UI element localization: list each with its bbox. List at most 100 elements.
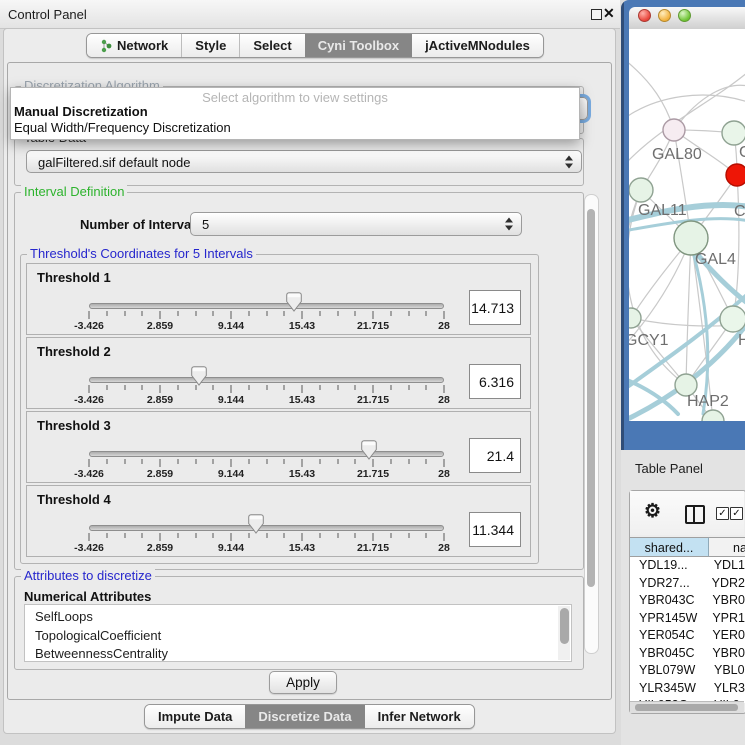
table-row[interactable]: YLR345WYLR3 bbox=[630, 680, 745, 698]
cell-name[interactable]: YDL1 bbox=[709, 557, 745, 575]
bottom-tab-bar: Impute Data Discretize DataInfer Network bbox=[144, 704, 475, 729]
column-header-name[interactable]: na bbox=[709, 537, 745, 557]
number-of-intervals-combobox[interactable]: 5 bbox=[190, 212, 522, 236]
list-scrollbar[interactable] bbox=[558, 606, 570, 660]
popup-item-equal-width-frequency-discretization[interactable]: Equal Width/Frequency Discretization bbox=[14, 120, 231, 135]
cell-name[interactable]: YPR1 bbox=[707, 610, 745, 628]
attribute-item-betweennesscentrality[interactable]: BetweennessCentrality bbox=[25, 645, 571, 662]
slider-track[interactable] bbox=[89, 451, 444, 457]
network-node[interactable] bbox=[629, 308, 641, 328]
cell-shared-name[interactable]: YPR145W bbox=[630, 610, 707, 628]
tab-label: jActiveMNodules bbox=[425, 38, 530, 53]
gear-icon[interactable]: ⚙ bbox=[644, 501, 661, 523]
slider-thumb[interactable] bbox=[286, 292, 302, 312]
table-panel-title: Table Panel bbox=[635, 461, 703, 476]
table-row[interactable]: YBR043CYBR0 bbox=[630, 592, 745, 610]
table-row[interactable]: YBR045CYBR0 bbox=[630, 645, 745, 663]
slider-thumb[interactable] bbox=[248, 514, 264, 534]
threshold-slider[interactable]: -3.4262.8599.14415.4321.71528 bbox=[89, 358, 444, 408]
slider-thumb[interactable] bbox=[191, 366, 207, 386]
threshold-value-field[interactable]: 6.316 bbox=[469, 364, 521, 399]
cell-shared-name[interactable]: YDL19... bbox=[630, 557, 709, 575]
checkbox-icon[interactable]: ✓ bbox=[730, 507, 743, 520]
slider-track[interactable] bbox=[89, 377, 444, 383]
cell-name[interactable]: YDR2 bbox=[707, 575, 745, 593]
slider-track[interactable] bbox=[89, 303, 444, 309]
popup-item-manual-discretization[interactable]: Manual Discretization bbox=[14, 104, 148, 119]
threshold-slider[interactable]: -3.4262.8599.14415.4321.71528 bbox=[89, 284, 444, 334]
threshold-value-field[interactable]: 11.344 bbox=[469, 512, 521, 547]
table-horizontal-scrollbar[interactable] bbox=[630, 701, 744, 713]
node-label-gal4: GAL4 bbox=[695, 251, 736, 268]
cell-name[interactable]: YLR3 bbox=[709, 680, 745, 698]
combo-arrows-icon bbox=[505, 218, 513, 231]
attribute-item-selfloops[interactable]: SelfLoops bbox=[25, 605, 571, 627]
cell-shared-name[interactable]: YER054C bbox=[630, 627, 707, 645]
threshold-label: Threshold 2 bbox=[37, 344, 111, 359]
node-label-co: CO bbox=[734, 203, 745, 220]
cell-name[interactable]: YBR0 bbox=[707, 645, 745, 663]
cell-shared-name[interactable]: YBR045C bbox=[630, 645, 707, 663]
algorithm-dropdown-popup: Select algorithm to view settingsManual … bbox=[10, 87, 580, 140]
network-node[interactable] bbox=[629, 178, 653, 202]
slider-tick-labels: -3.4262.8599.14415.4321.71528 bbox=[89, 468, 444, 480]
slider-thumb[interactable] bbox=[361, 440, 377, 460]
threshold-panel-4: Threshold 4-3.4262.8599.14415.4321.71528… bbox=[26, 485, 531, 557]
zoom-traffic-light-icon[interactable] bbox=[678, 9, 691, 22]
cell-shared-name[interactable]: YLR345W bbox=[630, 680, 709, 698]
table-data-combo-value: galFiltered.sif default node bbox=[38, 155, 190, 170]
combo-arrows-icon bbox=[565, 155, 573, 168]
control-panel-titlebar bbox=[0, 0, 620, 29]
table-row[interactable]: YDL19...YDL1 bbox=[630, 557, 745, 575]
close-traffic-light-icon[interactable] bbox=[638, 9, 651, 22]
network-node[interactable] bbox=[722, 121, 745, 145]
column-header-shared-name[interactable]: shared... bbox=[630, 537, 709, 557]
table-row[interactable]: YPR145WYPR1 bbox=[630, 610, 745, 628]
table-row[interactable]: YER054CYER0 bbox=[630, 627, 745, 645]
close-icon[interactable]: ✕ bbox=[603, 5, 615, 22]
network-canvas[interactable]: GAL80GAGAL11COGAL4GCY1HAHAP2 bbox=[629, 29, 745, 421]
attribute-item-topologicalcoefficient[interactable]: TopologicalCoefficient bbox=[25, 627, 571, 646]
float-window-icon[interactable] bbox=[591, 9, 602, 20]
column-layout-icon[interactable] bbox=[685, 505, 705, 524]
network-node[interactable] bbox=[726, 164, 745, 186]
table-row[interactable]: YDR27...YDR2 bbox=[630, 575, 745, 593]
tab-jactivemnodules[interactable]: jActiveMNodules bbox=[412, 34, 543, 57]
threshold-slider[interactable]: -3.4262.8599.14415.4321.71528 bbox=[89, 506, 444, 556]
cell-shared-name[interactable]: YBR043C bbox=[630, 592, 707, 610]
network-node[interactable] bbox=[674, 221, 708, 255]
apply-button[interactable]: Apply bbox=[269, 671, 337, 694]
threshold-panel-3: Threshold 3-3.4262.8599.14415.4321.71528… bbox=[26, 411, 531, 483]
tab-infer-network[interactable]: Infer Network bbox=[365, 705, 474, 728]
tab-label: Style bbox=[195, 38, 226, 53]
threshold-label: Threshold 1 bbox=[37, 270, 111, 285]
slider-ticks bbox=[89, 533, 444, 542]
tab-discretize-data[interactable]: Discretize Data bbox=[245, 705, 364, 728]
cell-name[interactable]: YER0 bbox=[707, 627, 745, 645]
numerical-attributes-list[interactable]: SelfLoopsTopologicalCoefficientBetweenne… bbox=[24, 604, 572, 662]
tab-impute-data[interactable]: Impute Data bbox=[145, 705, 245, 728]
cell-name[interactable]: YBL0 bbox=[709, 662, 745, 680]
minimize-traffic-light-icon[interactable] bbox=[658, 9, 671, 22]
table-row[interactable]: YBL079WYBL0 bbox=[630, 662, 745, 680]
tab-label: Impute Data bbox=[158, 709, 232, 724]
tab-cyni-toolbox[interactable]: Cyni Toolbox bbox=[305, 34, 412, 57]
tab-style[interactable]: Style bbox=[181, 34, 239, 57]
settings-vertical-scrollbar[interactable] bbox=[584, 194, 599, 654]
cell-shared-name[interactable]: YDR27... bbox=[630, 575, 707, 593]
tab-label: Network bbox=[117, 38, 168, 53]
network-node[interactable] bbox=[663, 119, 685, 141]
panel-title: Control Panel bbox=[8, 7, 87, 22]
threshold-value-field[interactable]: 21.4 bbox=[469, 438, 521, 473]
threshold-value-field[interactable]: 14.713 bbox=[469, 290, 521, 325]
threshold-slider[interactable]: -3.4262.8599.14415.4321.71528 bbox=[89, 432, 444, 482]
tab-select[interactable]: Select bbox=[239, 34, 304, 57]
network-node[interactable] bbox=[720, 306, 745, 332]
cell-name[interactable]: YBR0 bbox=[707, 592, 745, 610]
tab-network[interactable]: Network bbox=[87, 34, 181, 57]
table-data-combobox[interactable]: galFiltered.sif default node bbox=[26, 150, 582, 173]
cell-shared-name[interactable]: YBL079W bbox=[630, 662, 709, 680]
slider-track[interactable] bbox=[89, 525, 444, 531]
checkbox-icon[interactable]: ✓ bbox=[716, 507, 729, 520]
table-rows: YDL19...YDL1YDR27...YDR2YBR043CYBR0YPR14… bbox=[630, 557, 745, 703]
